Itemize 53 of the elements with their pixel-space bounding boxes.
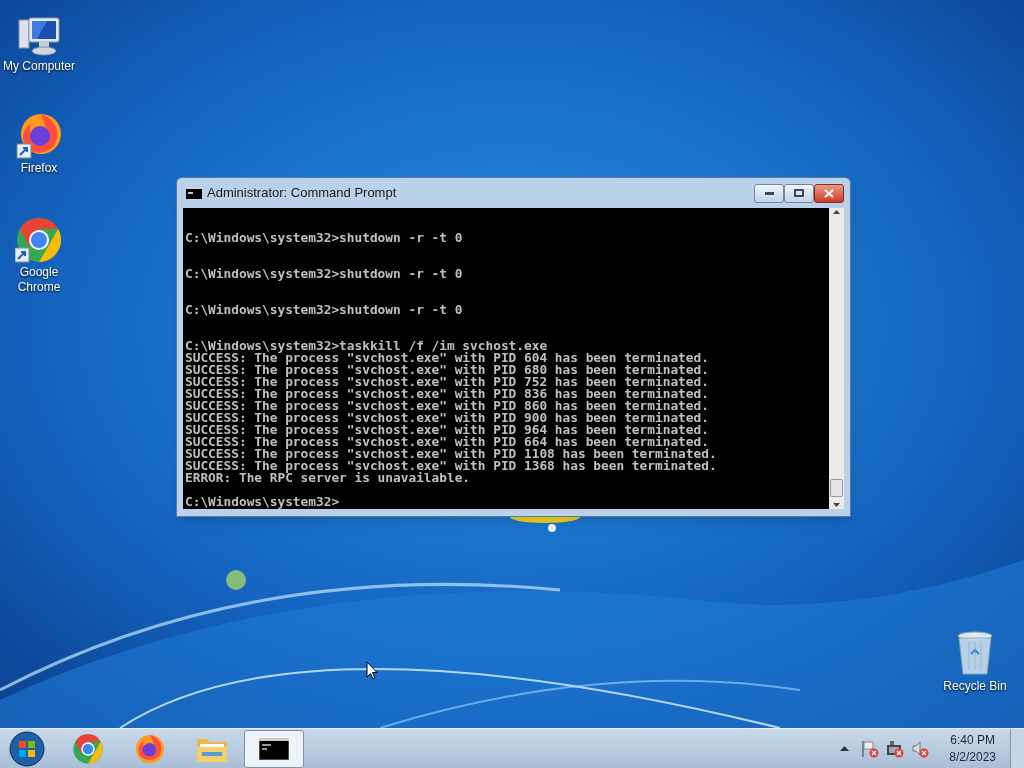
chrome-shortcut-icon	[15, 216, 63, 264]
recycle-bin-icon	[955, 630, 995, 678]
desktop-icon[interactable]: Recycle Bin	[936, 628, 1014, 694]
output-line: SUCCESS: The process "svchost.exe" with PID 1368 has been terminated.	[185, 460, 718, 472]
firefox-shortcut-icon	[15, 112, 63, 160]
command-line: C:\Windows\system32>shutdown -r -t 0	[185, 232, 464, 244]
command-line: C:\Windows\system32>shutdown -r -t 0	[185, 268, 464, 280]
output-line: SUCCESS: The process "svchost.exe" with PID 1108 has been terminated.	[185, 448, 718, 460]
scroll-up-icon	[833, 210, 840, 214]
output-line: SUCCESS: The process "svchost.exe" with PID 752 has been terminated.	[185, 376, 710, 388]
clock-date[interactable]: 8/2/2023	[949, 748, 996, 766]
start-button[interactable]	[8, 729, 46, 768]
network-error-icon[interactable]	[886, 739, 905, 758]
show-desktop-button[interactable]	[1010, 728, 1024, 768]
close-button[interactable]	[814, 183, 844, 203]
mouse-pointer-icon	[366, 661, 378, 680]
command-line: C:\Windows\system32>shutdown -r -t 0	[185, 304, 464, 316]
output-line: SUCCESS: The process "svchost.exe" with PID 836 has been terminated.	[185, 388, 710, 400]
icon-label: Recycle Bin	[943, 679, 1007, 694]
taskbar-button[interactable]	[244, 729, 304, 768]
scroll-down-icon	[833, 503, 840, 507]
minimize-button[interactable]	[754, 183, 784, 203]
show-hidden-icons-icon[interactable]	[840, 746, 850, 751]
desktop-icon[interactable]: Firefox	[0, 110, 78, 176]
restore-icon	[794, 189, 804, 197]
desktop-icon[interactable]: Google Chrome	[0, 214, 78, 295]
minimize-icon	[764, 191, 774, 195]
output-line: SUCCESS: The process "svchost.exe" with PID 900 has been terminated.	[185, 412, 710, 424]
icon-label: My Computer	[3, 59, 75, 74]
scroll-thumb[interactable]	[830, 479, 843, 497]
icon-label: Google Chrome	[16, 265, 62, 295]
clock-time[interactable]: 6:40 PM	[950, 731, 995, 749]
scrollbar[interactable]	[829, 208, 844, 509]
output-line: SUCCESS: The process "svchost.exe" with PID 860 has been terminated.	[185, 400, 710, 412]
window-title: Administrator: Command Prompt	[207, 184, 397, 203]
output-line: SUCCESS: The process "svchost.exe" with PID 604 has been terminated.	[185, 352, 710, 364]
firefox-icon	[134, 732, 166, 765]
output-line: SUCCESS: The process "svchost.exe" with PID 964 has been terminated.	[185, 424, 710, 436]
console-icon	[186, 187, 202, 199]
output-line: SUCCESS: The process "svchost.exe" with PID 664 has been terminated.	[185, 436, 709, 448]
chrome-icon	[72, 732, 104, 765]
console-icon	[259, 737, 289, 760]
flag-error-icon[interactable]	[861, 739, 880, 758]
command-line: C:\Windows\system32>taskkill /f /im svchost.exe	[185, 340, 549, 352]
close-icon	[824, 188, 834, 198]
desktop-icon[interactable]: My Computer	[0, 8, 78, 74]
computer-icon	[17, 16, 61, 58]
output-line: ERROR: The RPC server is unavailable.	[185, 472, 472, 484]
output-line: SUCCESS: The process "svchost.exe" with PID 680 has been terminated.	[185, 364, 710, 376]
maximize-button[interactable]	[784, 183, 814, 203]
command-line: C:\Windows\system32>	[185, 496, 341, 508]
icon-label: Firefox	[20, 161, 58, 176]
speaker-muted-icon[interactable]	[911, 739, 930, 758]
